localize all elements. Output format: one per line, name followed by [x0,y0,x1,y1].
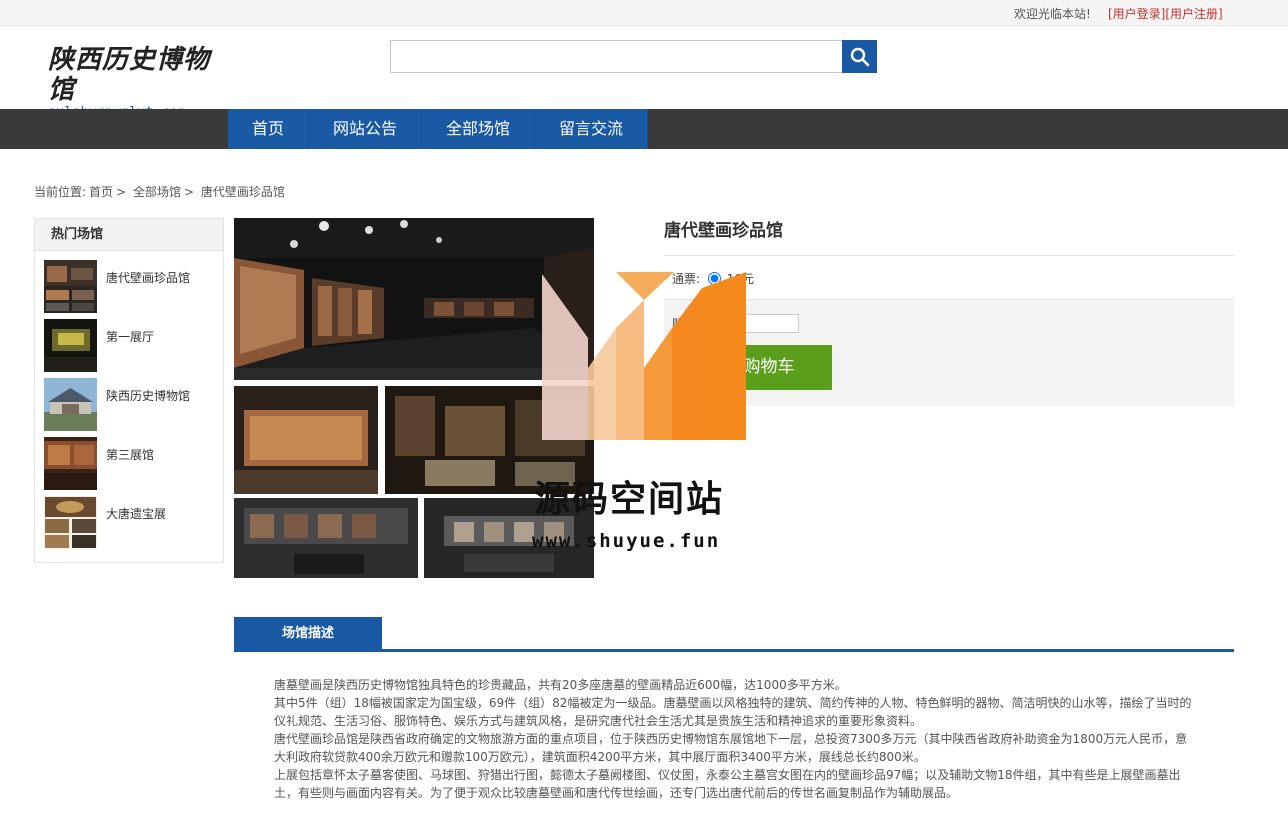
sidebar-title: 热门场馆 [35,219,223,251]
purchase-box: 购买数量 加入购物车 [664,300,1234,406]
breadcrumb: 当前位置: 首页 > 全部场馆 > 唐代壁画珍品馆 [34,183,288,200]
sidebar-item-label: 陕西历史博物馆 [106,389,191,403]
top-bar: 欢迎光临本站! [用户登录][用户注册] [0,0,1288,26]
nav-item-messages[interactable]: 留言交流 [535,109,649,149]
header: 陕西历史博物馆 sxlsbwgpwglxt.com [0,27,1288,120]
ticket-option-row: 通票: 10元 [664,256,1234,300]
venue-thumbnail [44,319,97,372]
venue-thumbnail [44,378,97,431]
ticket-radio[interactable] [707,272,721,285]
login-link[interactable]: [用户登录] [1108,7,1165,21]
sidebar-item-label: 第一展厅 [106,330,155,344]
sidebar-item[interactable]: 陕西历史博物馆 [35,378,223,437]
venue-thumbnail [44,496,97,549]
search-input[interactable] [390,40,842,73]
nav-item-announcements[interactable]: 网站公告 [309,109,423,149]
venue-description: 唐墓壁画是陕西历史博物馆独具特色的珍贵藏品，共有20多座唐墓的壁画精品近600幅… [274,676,1194,802]
venue-photo-collage [234,218,594,578]
nav-item-all-venues[interactable]: 全部场馆 [422,109,536,149]
search-box [390,40,877,73]
sidebar-item-label: 大唐遗宝展 [106,507,167,521]
quantity-label: 购买数量 [672,317,721,331]
sidebar-item-label: 唐代壁画珍品馆 [106,271,191,285]
sidebar-item-label: 第三展馆 [106,448,155,462]
sidebar-item[interactable]: 大唐遗宝展 [35,496,223,555]
register-link[interactable]: [用户注册] [1165,7,1222,21]
sidebar-item[interactable]: 第一展厅 [35,319,223,378]
exhibit-photo [234,498,418,578]
breadcrumb-current: 唐代壁画珍品馆 [200,185,285,199]
description-paragraph: 上展包括章怀太子墓客使图、马球图、狩猎出行图，懿德太子墓阙楼图、仪仗图，永泰公主… [274,768,1181,800]
hot-venues-sidebar: 热门场馆 唐代壁画珍品馆 第一展厅 陕西历史博物馆 第三展馆 大唐遗宝展 [34,218,224,563]
add-to-cart-button[interactable]: 加入购物车 [672,345,832,390]
description-paragraph: 唐墓壁画是陕西历史博物馆独具特色的珍贵藏品，共有20多座唐墓的壁画精品近600幅… [274,678,847,692]
welcome-text: 欢迎光临本站! [1014,7,1091,21]
venue-thumbnail [44,437,97,490]
venue-info-panel: 唐代壁画珍品馆 通票: 10元 购买数量 加入购物车 [664,218,1234,406]
logo-text: 陕西历史博物馆 [48,45,211,105]
exhibit-photo [234,386,378,494]
exhibit-photo [424,498,594,578]
breadcrumb-level1[interactable]: 全部场馆 [133,185,181,199]
sidebar-item[interactable]: 第三展馆 [35,437,223,496]
ticket-label: 通票: [672,272,701,286]
ticket-price: 10元 [726,272,754,286]
sidebar-item[interactable]: 唐代壁画珍品馆 [35,260,223,319]
site-logo[interactable]: 陕西历史博物馆 sxlsbwgpwglxt.com [48,45,218,120]
description-paragraph: 其中5件（组）18幅被国家定为国宝级，69件（组）82幅被定为一级品。唐墓壁画以… [274,696,1192,728]
breadcrumb-home[interactable]: 首页 [89,185,113,199]
nav-item-home[interactable]: 首页 [228,109,310,149]
venue-title: 唐代壁画珍品馆 [664,218,1234,256]
quantity-input[interactable] [734,314,799,333]
main-hall-photo [234,218,594,380]
description-paragraph: 唐代壁画珍品馆是陕西省政府确定的文物旅游方面的重点项目，位于陕西历史博物馆东展馆… [274,732,1188,764]
user-links: [用户登录][用户注册] [1108,5,1223,22]
search-button[interactable] [842,40,877,73]
main-nav: 首页 网站公告 全部场馆 留言交流 [0,109,1288,149]
exhibit-photo [385,386,594,494]
tab-bar: 场馆描述 [234,617,1234,652]
breadcrumb-separator: > [116,185,127,199]
tab-description[interactable]: 场馆描述 [234,617,382,652]
breadcrumb-prefix: 当前位置: [34,185,87,199]
venue-thumbnail [44,260,97,313]
breadcrumb-separator: > [183,185,195,199]
search-icon [850,47,869,66]
